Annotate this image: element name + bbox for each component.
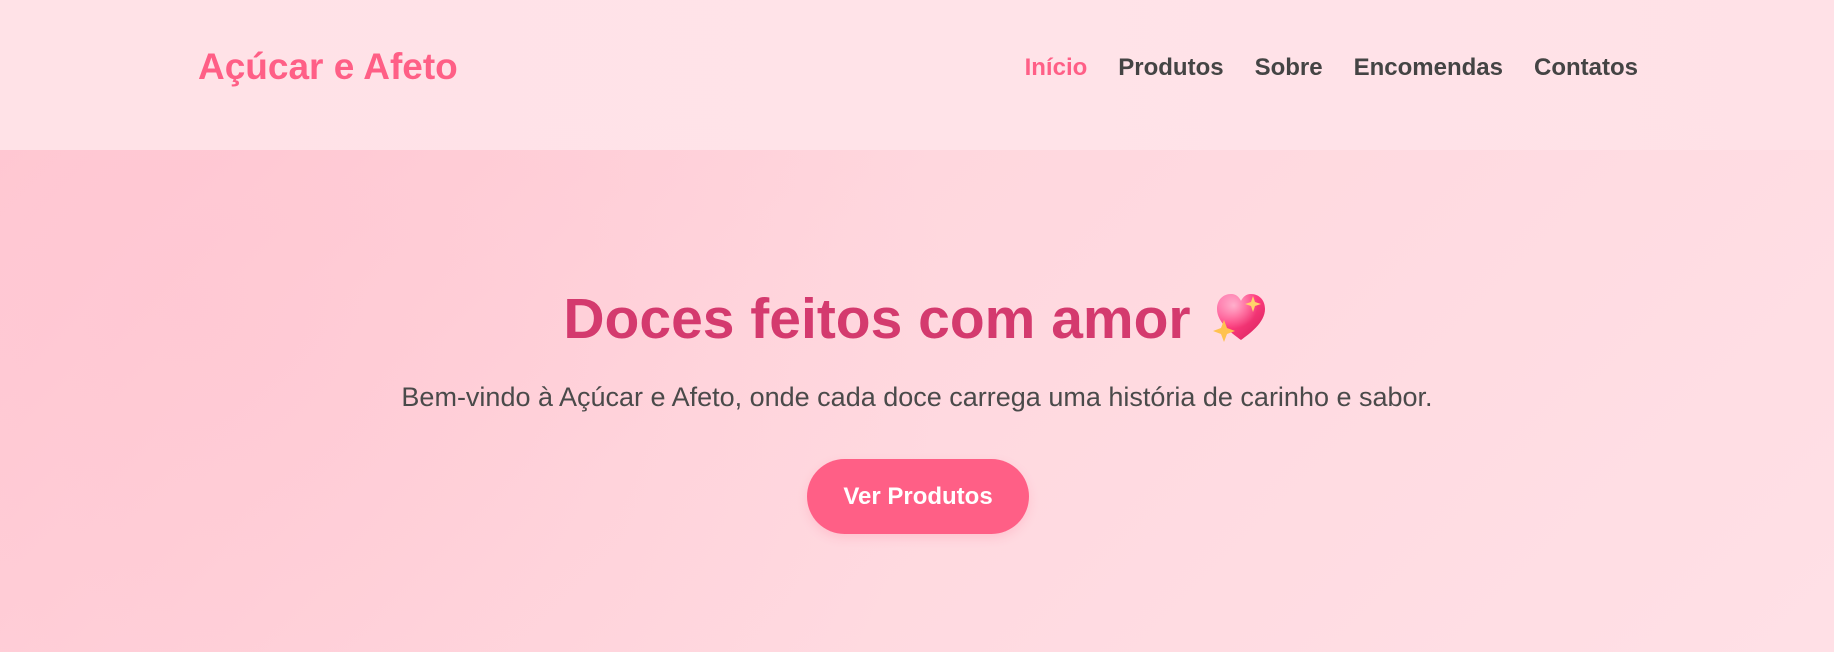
site-header: Açúcar e Afeto Início Produtos Sobre Enc… [0,0,1834,150]
nav-item-produtos[interactable]: Produtos [1118,52,1223,84]
nav-item-contatos[interactable]: Contatos [1534,52,1638,84]
sparkling-heart-icon [1211,289,1271,345]
view-products-button[interactable]: Ver Produtos [807,459,1029,534]
page: Açúcar e Afeto Início Produtos Sobre Enc… [0,0,1834,652]
main-nav: Início Produtos Sobre Encomendas Contato… [1025,52,1638,84]
hero-section: Doces feitos com amor Bem-vindo à Açúcar… [0,150,1834,652]
hero-title-text: Doces feitos com amor [563,286,1191,351]
nav-item-inicio[interactable]: Início [1025,52,1088,84]
nav-item-sobre[interactable]: Sobre [1255,52,1323,84]
brand-logo[interactable]: Açúcar e Afeto [198,45,458,89]
nav-item-encomendas[interactable]: Encomendas [1354,52,1503,84]
hero-title: Doces feitos com amor [0,282,1834,352]
hero-subtitle: Bem-vindo à Açúcar e Afeto, onde cada do… [401,382,1433,412]
